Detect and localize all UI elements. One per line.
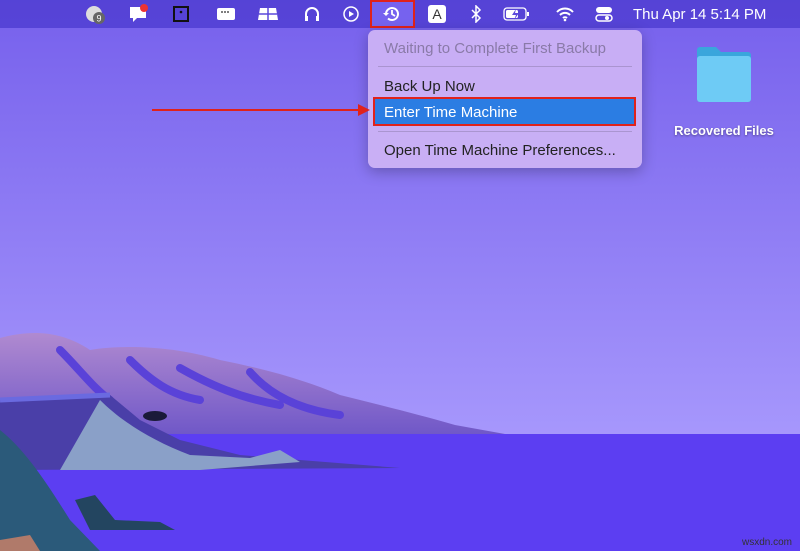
battery-charging-icon[interactable]: [503, 4, 531, 24]
bluetooth-icon[interactable]: [465, 4, 487, 24]
input-source-label: A: [428, 5, 446, 23]
workspace-icon[interactable]: [257, 4, 279, 24]
menubar-clock[interactable]: Thu Apr 14 5:14 PM: [633, 6, 766, 23]
folder-label: Recovered Files: [674, 123, 774, 138]
wifi-icon[interactable]: [554, 4, 576, 24]
window-dots-icon[interactable]: [215, 4, 237, 24]
annotation-arrow: [152, 109, 362, 111]
menu-item-enter-time-machine[interactable]: Enter Time Machine: [373, 97, 636, 126]
square-frame-icon[interactable]: [170, 4, 192, 24]
menu-item-label: Enter Time Machine: [384, 104, 518, 121]
menu-item-open-preferences[interactable]: Open Time Machine Preferences...: [384, 142, 616, 159]
badge-clock-icon[interactable]: 9: [84, 4, 106, 24]
annotation-arrowhead: [358, 104, 370, 116]
phone-chat-icon[interactable]: [127, 4, 149, 24]
input-source-icon[interactable]: A: [426, 4, 448, 24]
folder-icon: [697, 47, 751, 102]
watermark: wsxdn.com: [741, 537, 792, 548]
time-machine-icon[interactable]: [381, 4, 403, 24]
control-center-icon[interactable]: [593, 4, 615, 24]
desktop-folder-recovered-files[interactable]: Recovered Files: [668, 42, 780, 138]
headphones-icon[interactable]: [301, 4, 323, 24]
play-circle-icon[interactable]: [340, 4, 362, 24]
menu-bar: 9 A Thu Apr 14 5:14 PM: [0, 0, 800, 28]
badge-count: 9: [96, 14, 101, 24]
menu-item-back-up-now[interactable]: Back Up Now: [384, 78, 475, 95]
time-machine-menu: Waiting to Complete First Backup Back Up…: [368, 30, 642, 168]
menu-separator: [378, 131, 632, 132]
menu-separator: [378, 66, 632, 67]
menu-status-text: Waiting to Complete First Backup: [384, 40, 607, 57]
